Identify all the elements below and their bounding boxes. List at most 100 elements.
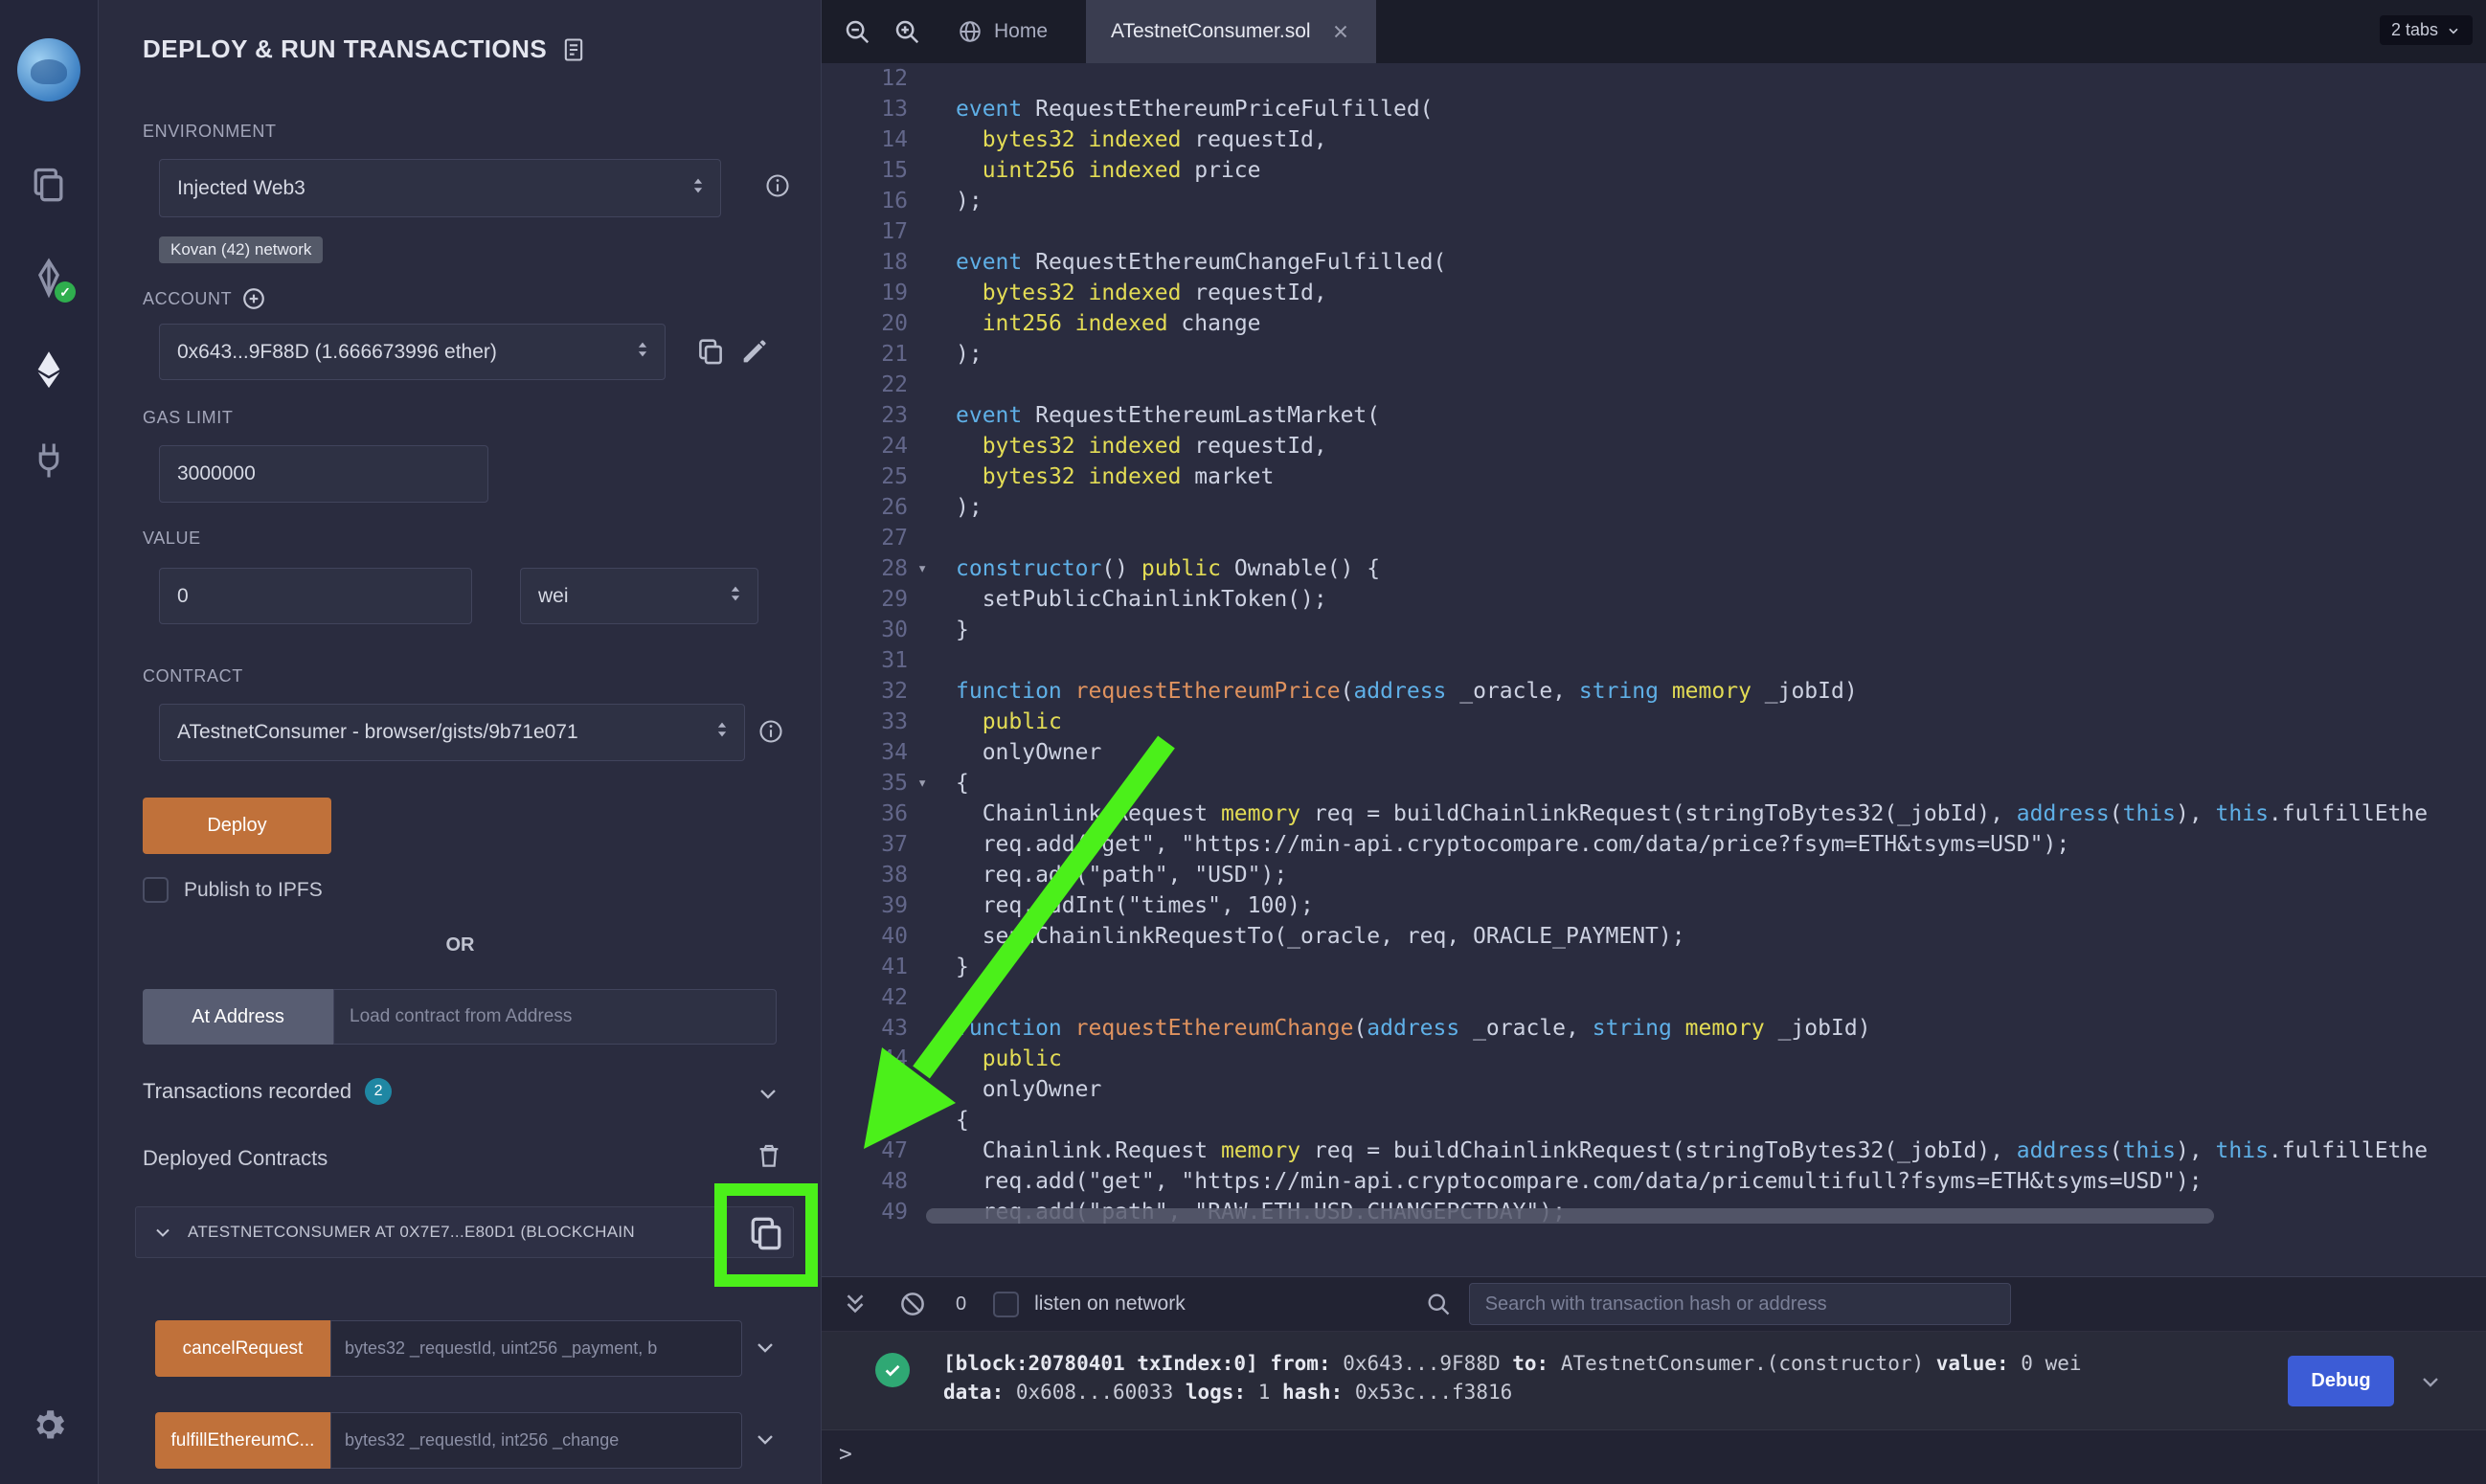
transaction-log-entry[interactable]: [block:20780401 txIndex:0] from: 0x643..…	[822, 1332, 2486, 1430]
code-text: function requestEthereumPrice(address _o…	[956, 676, 1858, 707]
line-number: 22	[822, 370, 908, 400]
copy-account-icon[interactable]	[694, 335, 727, 368]
line-number: 29	[822, 584, 908, 615]
log-expand-icon[interactable]	[2417, 1368, 2444, 1395]
fold-marker	[908, 860, 956, 890]
function-params-field[interactable]: bytes32 _requestId, int256 _change	[330, 1412, 742, 1469]
terminal-search-input[interactable]	[1469, 1283, 2011, 1325]
environment-info-icon[interactable]	[764, 172, 791, 199]
deploy-run-icon[interactable]	[28, 349, 70, 391]
code-line: 33 public	[822, 707, 2486, 737]
code-text: bytes32 indexed requestId,	[956, 431, 1327, 461]
code-text: onlyOwner	[956, 1074, 1101, 1105]
code-line: 40 sendChainlinkRequestTo(_oracle, req, …	[822, 921, 2486, 952]
line-number: 38	[822, 860, 908, 890]
sign-message-icon[interactable]	[738, 335, 771, 368]
add-account-icon[interactable]	[241, 286, 266, 311]
code-editor[interactable]: 1213event RequestEthereumPriceFulfilled(…	[822, 63, 2486, 1276]
code-text: );	[956, 186, 983, 216]
line-number: 43	[822, 1013, 908, 1044]
deploy-button[interactable]: Deploy	[143, 798, 331, 854]
docs-icon[interactable]	[560, 36, 587, 63]
fold-marker	[908, 308, 956, 339]
cancel-request-button[interactable]: cancelRequest	[155, 1320, 330, 1377]
code-line: 13event RequestEthereumPriceFulfilled(	[822, 94, 2486, 124]
fold-marker	[908, 216, 956, 247]
value-unit-select[interactable]: wei	[520, 568, 758, 624]
contract-info-icon[interactable]	[757, 718, 784, 745]
account-value: 0x643...9F88D (1.666673996 ether)	[177, 341, 497, 364]
copy-contract-address-icon[interactable]	[745, 1212, 787, 1254]
fold-marker	[908, 155, 956, 186]
remix-logo-icon[interactable]	[17, 38, 80, 101]
function-expand-icon[interactable]	[752, 1334, 779, 1360]
tab-active-file[interactable]: ATestnetConsumer.sol	[1086, 0, 1376, 63]
code-line: 29 setPublicChainlinkToken();	[822, 584, 2486, 615]
horizontal-scrollbar[interactable]	[926, 1208, 2214, 1224]
fold-marker	[908, 370, 956, 400]
gas-limit-input[interactable]	[159, 445, 488, 503]
code-line: 25 bytes32 indexed market	[822, 461, 2486, 492]
contract-expand-icon[interactable]	[151, 1221, 174, 1244]
deployed-contract-item[interactable]: ATESTNETCONSUMER AT 0X7E7...E80D1 (BLOCK…	[135, 1206, 794, 1258]
value-input[interactable]	[159, 568, 472, 624]
fold-marker[interactable]: ▾	[908, 553, 956, 584]
fold-marker	[908, 829, 956, 860]
fold-marker	[908, 798, 956, 829]
fold-marker	[908, 707, 956, 737]
clear-deployed-trash-icon[interactable]	[755, 1141, 783, 1170]
fold-marker	[908, 1074, 956, 1105]
code-text: {	[956, 768, 969, 798]
fold-marker[interactable]: ▾	[908, 768, 956, 798]
fold-marker	[908, 492, 956, 523]
tab-active-label: ATestnetConsumer.sol	[1111, 20, 1311, 43]
tabs-count-dropdown[interactable]: 2 tabs	[2380, 15, 2473, 45]
zoom-in-icon[interactable]	[893, 17, 921, 46]
file-explorer-icon[interactable]	[28, 165, 70, 207]
code-line: 23event RequestEthereumLastMarket(	[822, 400, 2486, 431]
debug-button[interactable]: Debug	[2288, 1356, 2394, 1406]
plugin-manager-icon[interactable]	[29, 440, 69, 481]
code-text: function requestEthereumChange(address _…	[956, 1013, 1871, 1044]
code-text: req.add("path", "USD");	[956, 860, 1287, 890]
zoom-out-icon[interactable]	[843, 17, 871, 46]
code-line: 24 bytes32 indexed requestId,	[822, 431, 2486, 461]
code-line: 48 req.add("get", "https://min-api.crypt…	[822, 1166, 2486, 1197]
code-lines: 1213event RequestEthereumPriceFulfilled(…	[822, 63, 2486, 1276]
publish-ipfs-checkbox[interactable]	[143, 877, 169, 903]
line-number: 15	[822, 155, 908, 186]
at-address-button[interactable]: At Address	[143, 989, 333, 1045]
contract-select[interactable]: ATestnetConsumer - browser/gists/9b71e07…	[159, 704, 745, 761]
expand-terminal-icon[interactable]	[841, 1290, 870, 1318]
listen-network-checkbox[interactable]	[993, 1292, 1019, 1317]
at-address-input[interactable]	[333, 989, 777, 1045]
listen-network-label: listen on network	[1034, 1293, 1186, 1315]
solidity-compiler-icon[interactable]: ✓	[28, 257, 70, 299]
main-column: Home ATestnetConsumer.sol 2 tabs 1213eve…	[822, 0, 2486, 1484]
fold-marker	[908, 1044, 956, 1074]
function-expand-icon[interactable]	[752, 1426, 779, 1452]
transactions-expand-icon[interactable]	[755, 1080, 781, 1107]
function-params-field[interactable]: bytes32 _requestId, uint256 _payment, b	[330, 1320, 742, 1377]
fold-marker	[908, 247, 956, 278]
fold-marker	[908, 1166, 956, 1197]
fulfill-ethereum-button[interactable]: fulfillEthereumC...	[155, 1412, 330, 1469]
environment-select[interactable]: Injected Web3	[159, 159, 721, 217]
code-line: 30}	[822, 615, 2486, 645]
fold-marker	[908, 124, 956, 155]
tab-home[interactable]: Home	[944, 0, 1061, 63]
line-number: 32	[822, 676, 908, 707]
fold-marker	[908, 645, 956, 676]
code-text: }	[956, 615, 969, 645]
code-text: public	[956, 1044, 1062, 1074]
contract-value: ATestnetConsumer - browser/gists/9b71e07…	[177, 721, 578, 744]
code-text: event RequestEthereumChangeFulfilled(	[956, 247, 1446, 278]
settings-gear-icon[interactable]	[29, 1405, 69, 1446]
close-tab-icon[interactable]	[1330, 21, 1351, 42]
account-select[interactable]: 0x643...9F88D (1.666673996 ether)	[159, 324, 666, 380]
line-number: 37	[822, 829, 908, 860]
code-line: 18event RequestEthereumChangeFulfilled(	[822, 247, 2486, 278]
line-number: 24	[822, 431, 908, 461]
clear-console-icon[interactable]	[898, 1290, 927, 1318]
terminal-prompt[interactable]: >	[839, 1442, 852, 1467]
